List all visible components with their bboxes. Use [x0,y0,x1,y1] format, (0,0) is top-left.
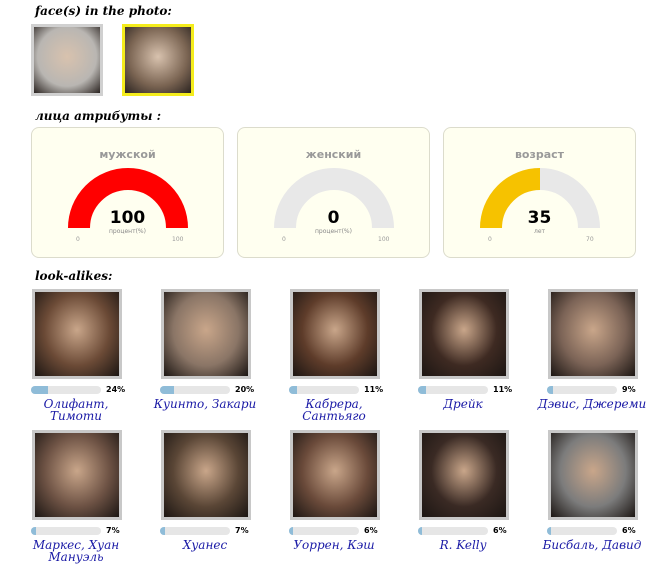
gauge-value: 35 [527,208,552,228]
similarity-bar [547,386,617,394]
gauge-min: 0 [76,236,80,243]
similarity-bar [418,386,488,394]
similarity-bar [547,527,617,535]
portrait-photo [293,292,377,376]
similarity-bar [418,527,488,535]
lookalike-name-link[interactable]: R. Kelly [408,539,518,551]
lookalikes-section-title: look-alikes: [35,269,113,283]
portrait-photo [164,433,248,517]
lookalike-photo[interactable] [32,430,122,520]
gauge-min: 0 [282,236,286,243]
similarity-percent: 20% [235,385,255,394]
portrait-photo [35,292,119,376]
gauge-unit: процент(%) [315,228,352,235]
lookalike-name-link[interactable]: Маркес, Хуан Мануэль [21,539,131,563]
gauge-card-male: мужской 100 процент(%) 0 100 [31,127,224,258]
lookalike-name-link[interactable]: Куинто, Закари [150,398,260,410]
gauge-title: возраст [514,148,565,161]
lookalike-name-link[interactable]: Бисбаль, Давид [537,539,647,551]
similarity-bar [289,386,359,394]
lookalike-name-link[interactable]: Уоррен, Кэш [279,539,389,551]
lookalike-name-link[interactable]: Дрейк [408,398,518,410]
cat-face-photo [34,27,100,93]
faces-section-title: face(s) in the photo: [35,4,172,18]
face-thumbnail-cat[interactable] [31,24,103,96]
face-thumbnail-man[interactable] [122,24,194,96]
gauge-max: 100 [378,236,390,243]
portrait-photo [422,433,506,517]
similarity-bar [160,386,230,394]
similarity-bar [31,386,101,394]
attributes-section-title: лица атрибуты : [35,109,162,123]
lookalike-name-link[interactable]: Олифант, Тимоти [21,398,131,422]
similarity-percent: 7% [106,526,120,535]
similarity-bar [160,527,230,535]
gauge-value: 0 [327,208,340,228]
portrait-photo [422,292,506,376]
similarity-bar [31,527,101,535]
lookalike-photo[interactable] [419,430,509,520]
lookalike-photo[interactable] [161,430,251,520]
gauge-unit: процент(%) [109,228,146,235]
similarity-percent: 24% [106,385,126,394]
similarity-bar-fill [418,386,426,394]
similarity-percent: 7% [235,526,249,535]
similarity-bar [289,527,359,535]
gauge-value: 100 [109,208,146,228]
gauge-max: 70 [586,236,594,243]
similarity-percent: 6% [622,526,636,535]
lookalike-photo[interactable] [548,430,638,520]
lookalike-photo[interactable] [161,289,251,379]
similarity-bar-fill [31,386,48,394]
portrait-photo [551,292,635,376]
gauge-title: мужской [99,148,156,161]
similarity-percent: 6% [493,526,507,535]
lookalike-photo[interactable] [290,430,380,520]
similarity-bar-fill [289,386,297,394]
gauge-min: 0 [488,236,492,243]
portrait-photo [35,433,119,517]
similarity-bar-fill [160,386,174,394]
lookalike-photo[interactable] [290,289,380,379]
man-face-photo [125,27,191,93]
lookalike-name-link[interactable]: Дэвис, Джереми [537,398,647,410]
similarity-bar-fill [547,386,554,394]
lookalike-name-link[interactable]: Кабрера, Сантьяго [279,398,389,422]
lookalike-name-link[interactable]: Хуанес [150,539,260,551]
similarity-percent: 11% [364,385,384,394]
lookalike-photo[interactable] [32,289,122,379]
similarity-bar-fill [160,527,165,535]
lookalike-photo[interactable] [419,289,509,379]
lookalike-photo[interactable] [548,289,638,379]
portrait-photo [164,292,248,376]
similarity-percent: 6% [364,526,378,535]
similarity-bar-fill [547,527,552,535]
similarity-percent: 11% [493,385,513,394]
portrait-photo [551,433,635,517]
similarity-bar-fill [289,527,294,535]
gauge-title: женский [305,148,362,161]
similarity-percent: 9% [622,385,636,394]
gauge-card-female: женский 0 процент(%) 0 100 [237,127,430,258]
similarity-bar-fill [418,527,423,535]
similarity-bar-fill [31,527,36,535]
gauge-max: 100 [172,236,184,243]
gauge-unit: лет [533,228,546,235]
gauge-card-age: возраст 35 лет 0 70 [443,127,636,258]
portrait-photo [293,433,377,517]
